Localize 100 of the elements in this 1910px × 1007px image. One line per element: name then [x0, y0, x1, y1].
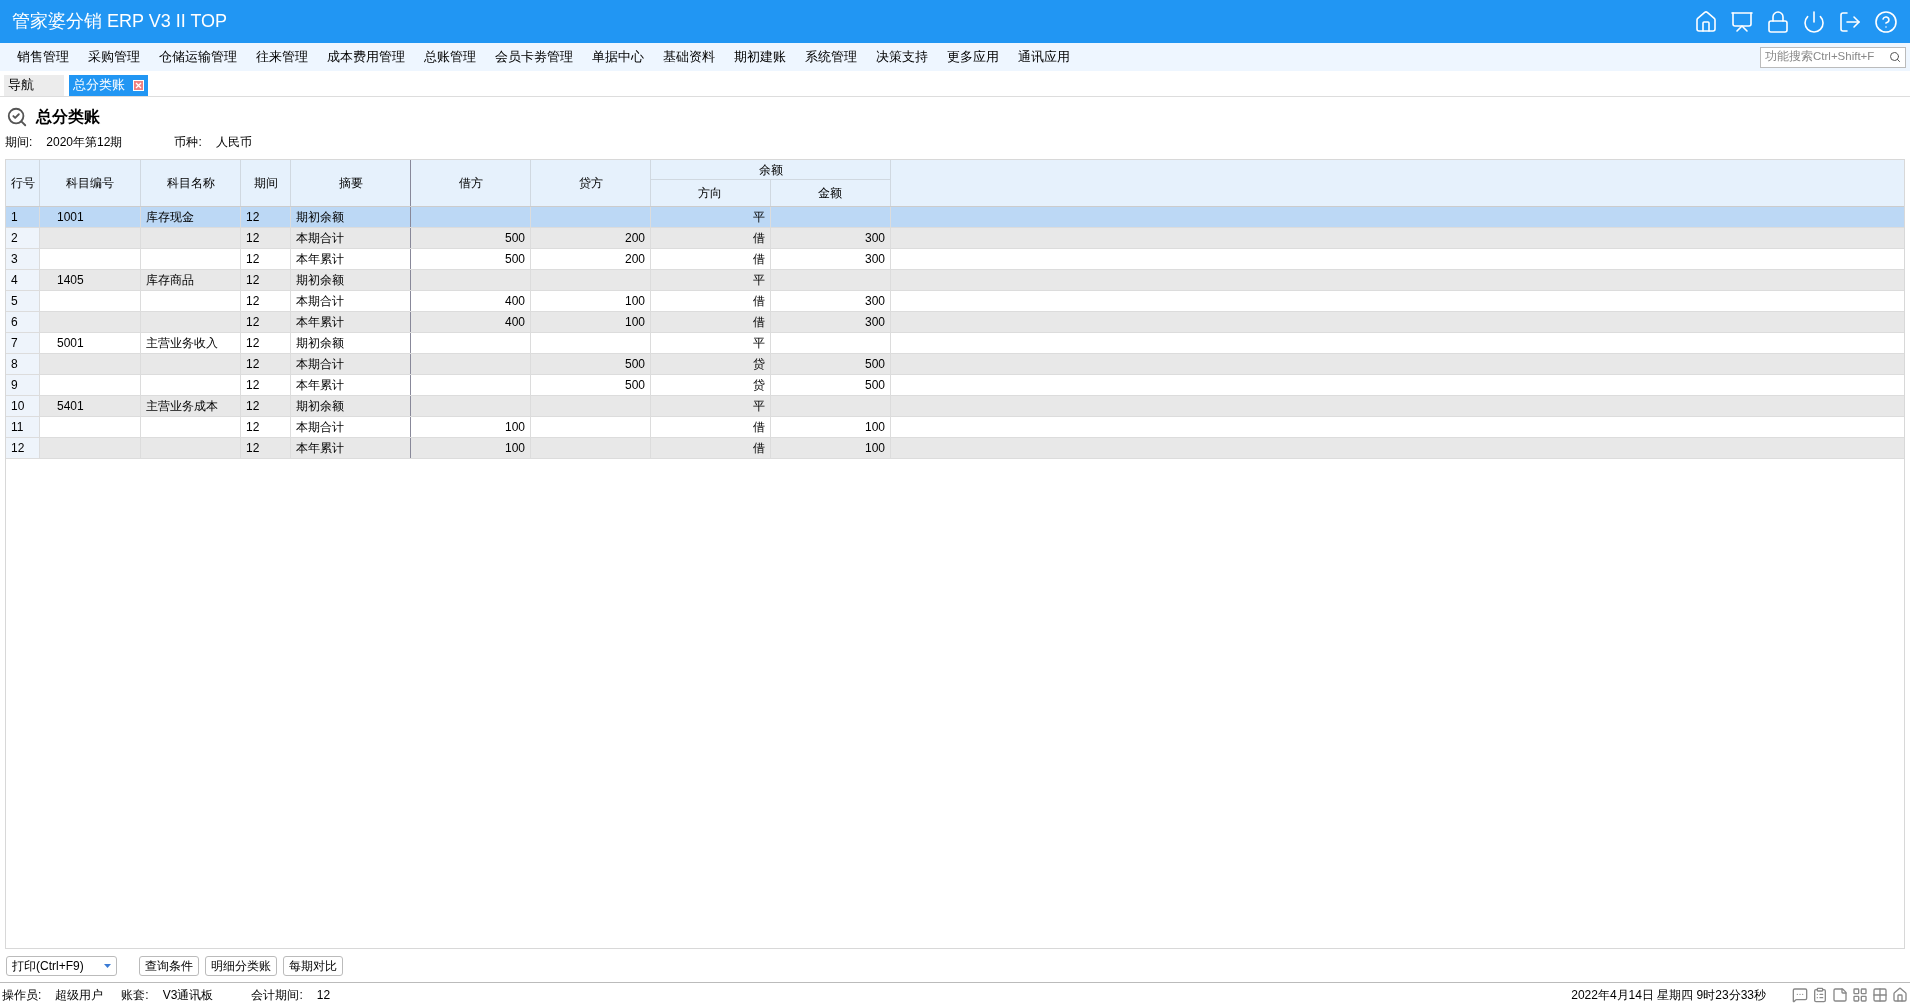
table-cell-text: 400 — [504, 293, 525, 310]
print-dropdown[interactable]: 打印(Ctrl+F9) — [6, 955, 117, 976]
table-cell-text: 300 — [864, 251, 885, 268]
table-cell-text: 2 — [11, 230, 18, 247]
table-row[interactable]: 4 1405 库存商品 12 期初余额 平 — [6, 270, 1904, 291]
table-cell-text: 5401 — [56, 398, 84, 415]
page-title: 总分类账 — [36, 107, 100, 127]
menu-item[interactable]: 销售管理 — [8, 47, 78, 67]
menu-item[interactable]: 仓储运输管理 — [150, 47, 246, 67]
menu-item[interactable]: 成本费用管理 — [318, 47, 414, 67]
table-cell-text: 平 — [753, 335, 765, 352]
table-cell-text: 12 — [246, 314, 260, 331]
table-cell-text: 12 — [246, 356, 260, 373]
home-icon[interactable] — [1694, 9, 1718, 34]
table-row[interactable]: 3 12 本年累计 500 200 借 300 — [6, 249, 1904, 270]
table-row[interactable]: 7 5001 主营业务收入 12 期初余额 平 — [6, 333, 1904, 354]
table-cell-text: 期初余额 — [296, 272, 344, 289]
table-cell-text: 12 — [246, 377, 260, 394]
table-cell-text: 100 — [504, 440, 525, 457]
menu-item[interactable]: 采购管理 — [79, 47, 149, 67]
menu-item[interactable]: 期初建账 — [725, 47, 795, 67]
toolbar-button[interactable]: 明细分类账 — [204, 955, 277, 976]
table-cell-text: 200 — [624, 251, 645, 268]
menu-item[interactable]: 会员卡劵管理 — [486, 47, 582, 67]
status-value: 超级用户 — [55, 987, 104, 1004]
menu-item[interactable]: 通讯应用 — [1009, 47, 1079, 67]
note-icon[interactable] — [1832, 987, 1848, 1003]
table-cell-text: 500 — [624, 356, 645, 373]
table-row[interactable]: 5 12 本期合计 400 100 借 300 — [6, 291, 1904, 312]
help-icon[interactable] — [1874, 9, 1898, 34]
menu-item[interactable]: 决策支持 — [867, 47, 937, 67]
menu-item[interactable]: 更多应用 — [938, 47, 1008, 67]
table-cell-text: 12 — [246, 251, 260, 268]
exit-icon[interactable] — [1838, 9, 1862, 34]
home-icon[interactable] — [1892, 987, 1908, 1003]
table-row[interactable]: 10 5401 主营业务成本 12 期初余额 平 — [6, 396, 1904, 417]
table-cell-text: 库存商品 — [146, 272, 194, 289]
status-datetime: 2022年4月14日 星期四 9时23分33秒 — [1571, 987, 1766, 1004]
status-value: V3通讯板 — [162, 987, 214, 1004]
table-cell-text: 12 — [246, 293, 260, 310]
table-cell-text: 1001 — [56, 209, 84, 226]
toolbar-button[interactable]: 每期对比 — [282, 955, 343, 976]
table-cell-text: 借 — [753, 314, 765, 331]
table-cell-text: 本期合计 — [296, 293, 344, 310]
table-row[interactable]: 6 12 本年累计 400 100 借 300 — [6, 312, 1904, 333]
toolbar-button[interactable]: 查询条件 — [138, 955, 199, 976]
menu-item[interactable]: 单据中心 — [583, 47, 653, 67]
table-cell-text: 贷 — [753, 377, 765, 394]
table-cell-text: 400 — [504, 314, 525, 331]
tiles-icon[interactable] — [1872, 987, 1888, 1003]
table-cell-text: 主营业务成本 — [146, 398, 218, 415]
table-cell-text: 100 — [864, 440, 885, 457]
table-cell-text: 平 — [753, 209, 765, 226]
table-cell-text: 借 — [753, 230, 765, 247]
table-row[interactable]: 2 12 本期合计 500 200 借 300 — [6, 228, 1904, 249]
table-row[interactable]: 8 12 本期合计 500 贷 500 — [6, 354, 1904, 375]
table-cell-text: 100 — [624, 314, 645, 331]
table-row[interactable]: 9 12 本年累计 500 贷 500 — [6, 375, 1904, 396]
grid-icon[interactable] — [1852, 987, 1868, 1003]
table-row[interactable]: 1 1001 库存现金 12 期初余额 平 — [6, 207, 1904, 228]
caret-icon — [103, 963, 111, 968]
search-icon[interactable] — [1889, 51, 1901, 63]
magnifier-icon — [6, 106, 28, 128]
power-icon[interactable] — [1802, 9, 1826, 34]
lock-icon[interactable] — [1766, 9, 1790, 34]
filter-label: 期间: — [5, 134, 33, 151]
menu-item[interactable]: 系统管理 — [796, 47, 866, 67]
filter-value: 2020年第12期 — [46, 134, 123, 151]
search-field[interactable]: 功能搜索Ctrl+Shift+F — [1760, 46, 1906, 68]
chat-icon[interactable] — [1792, 987, 1808, 1003]
table-row[interactable]: 12 12 本年累计 100 借 100 — [6, 438, 1904, 459]
table-cell-text: 300 — [864, 293, 885, 310]
tab[interactable]: 导航 — [4, 75, 64, 96]
table-cell-text: 期初余额 — [296, 398, 344, 415]
table-cell-text: 本年累计 — [296, 314, 344, 331]
table-cell-text: 500 — [864, 377, 885, 394]
status-value: 12 — [316, 987, 331, 1004]
menu-item[interactable]: 总账管理 — [415, 47, 485, 67]
table-cell-text: 6 — [11, 314, 18, 331]
clipboard-icon[interactable] — [1812, 987, 1828, 1003]
table-cell-text: 4 — [11, 272, 18, 289]
column-group-header: 余额 — [651, 160, 890, 180]
column-header: 行号 — [6, 160, 40, 206]
table-cell-text: 平 — [753, 398, 765, 415]
table-cell-text: 本期合计 — [296, 230, 344, 247]
table-cell-text: 12 — [246, 440, 260, 457]
filter-value: 人民币 — [215, 134, 252, 151]
menu-item[interactable]: 往来管理 — [247, 47, 317, 67]
table-row[interactable]: 11 12 本期合计 100 借 100 — [6, 417, 1904, 438]
table-cell-text: 100 — [864, 419, 885, 436]
column-header: 方向 — [651, 180, 771, 206]
table-cell-text: 12 — [246, 419, 260, 436]
menu-item[interactable]: 基础资料 — [654, 47, 724, 67]
close-icon[interactable] — [133, 80, 144, 91]
column-header: 贷方 — [531, 160, 651, 206]
table-cell-text: 300 — [864, 314, 885, 331]
table-cell-text: 1405 — [56, 272, 84, 289]
status-label: 会计期间: — [251, 987, 303, 1004]
table-cell-text: 200 — [624, 230, 645, 247]
table-cell-text: 100 — [624, 293, 645, 310]
